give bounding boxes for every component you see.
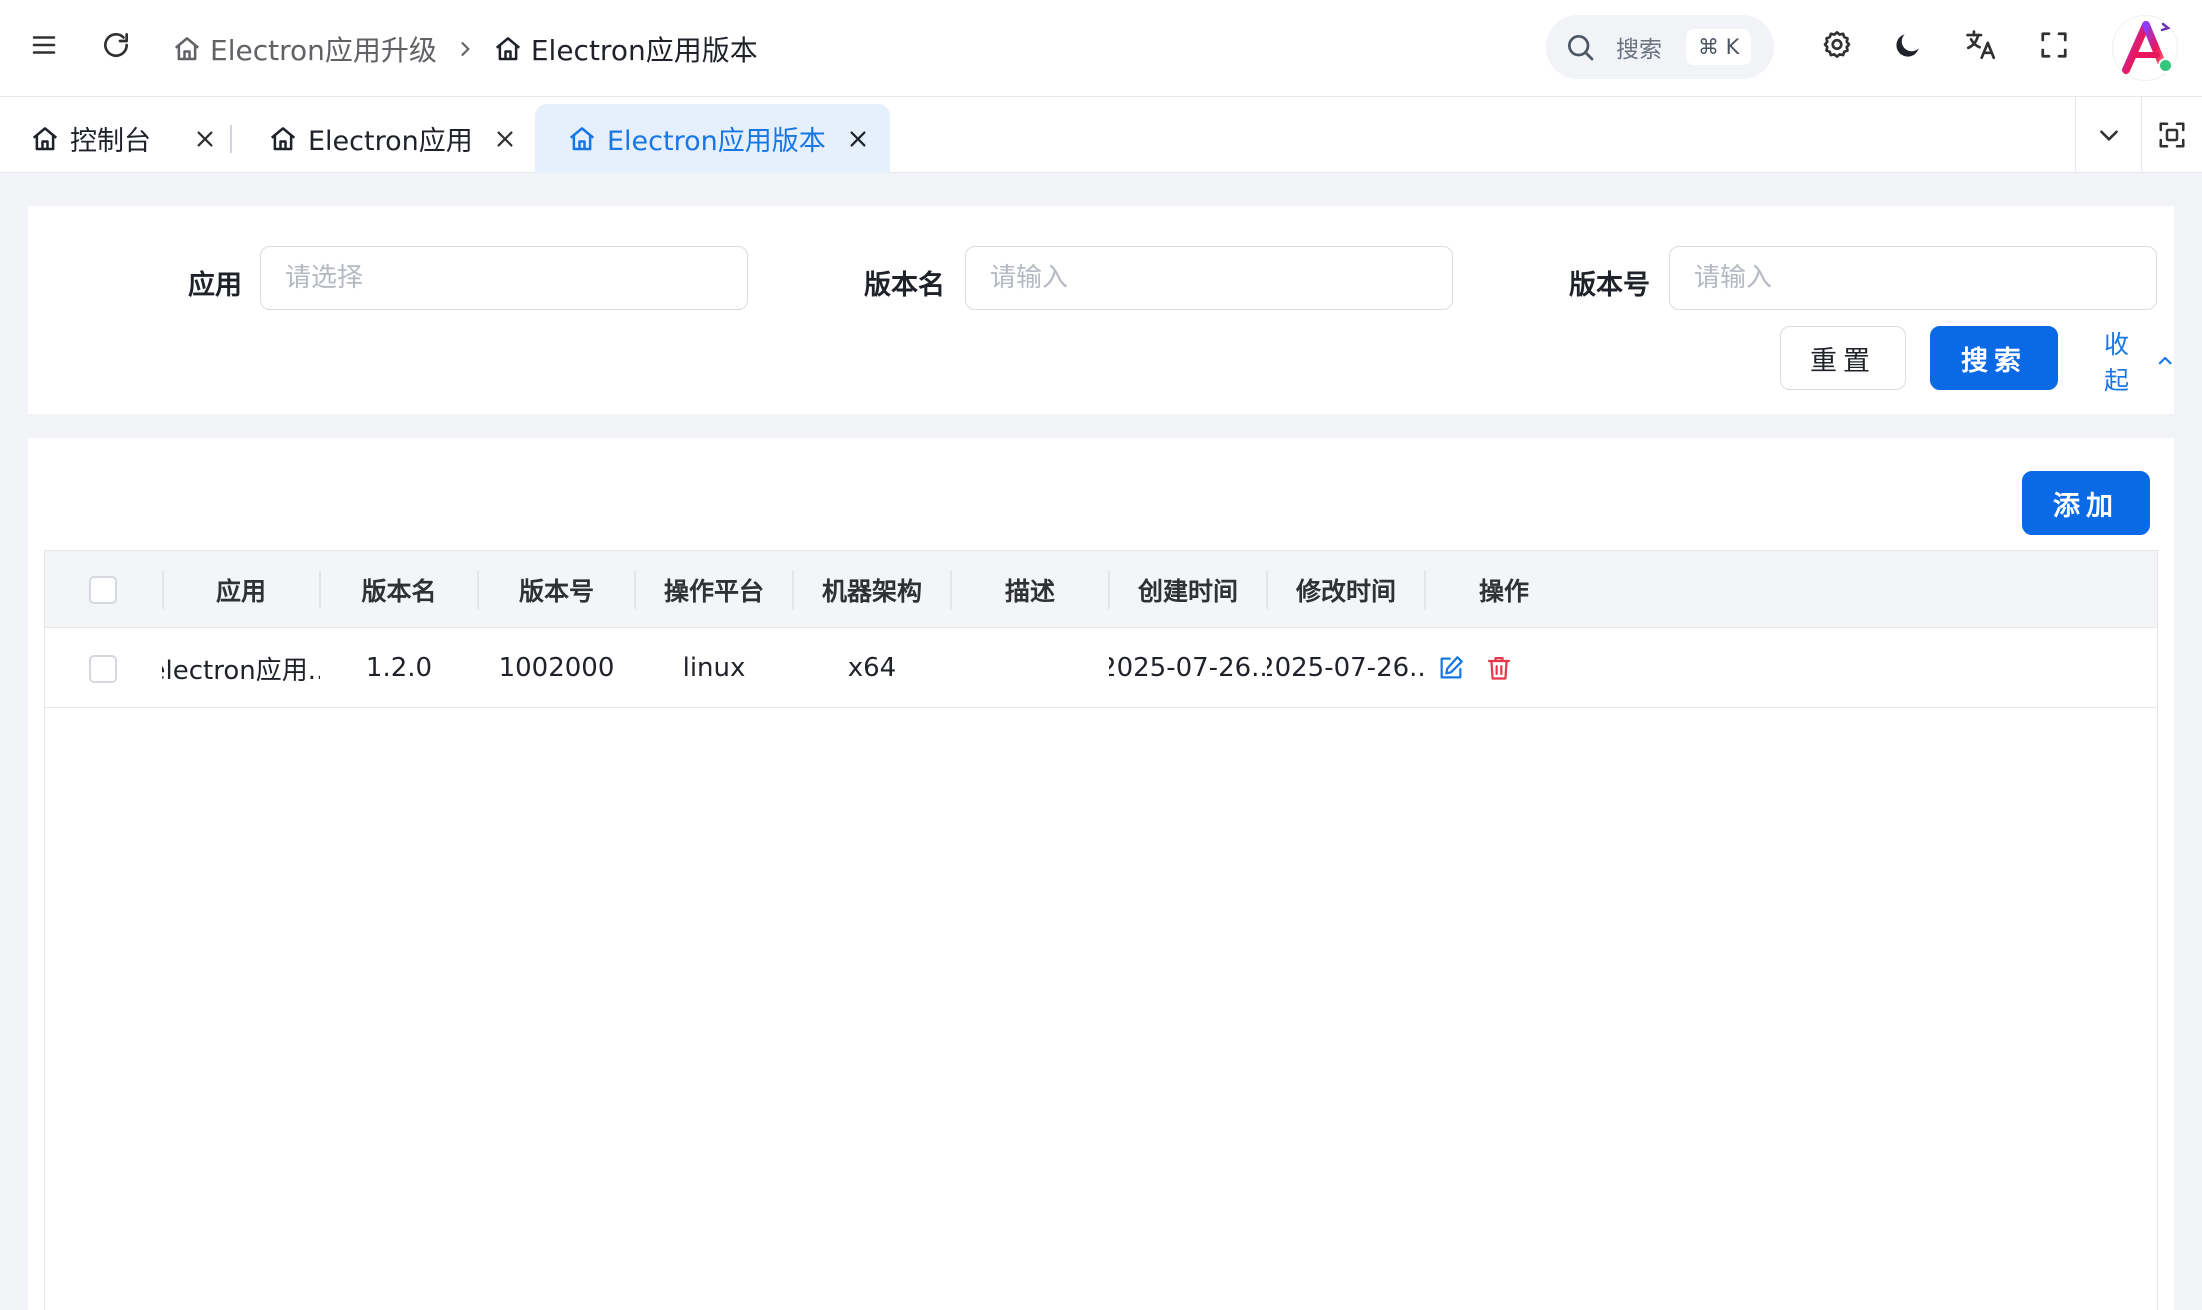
cell-version-code: 1002000 <box>498 653 615 683</box>
edit-icon[interactable] <box>1437 654 1465 682</box>
column-header-app[interactable]: 应用 <box>162 551 320 628</box>
gear-icon <box>1823 31 1851 58</box>
tab-divider <box>230 125 232 153</box>
tabs-maximize-button[interactable] <box>2141 97 2202 173</box>
app-label: 应用 <box>188 270 242 301</box>
cell-platform: linux <box>682 653 746 683</box>
home-icon <box>495 36 520 60</box>
close-icon[interactable] <box>494 128 516 150</box>
version-code-input[interactable] <box>1669 246 2157 310</box>
tab-label: 控制台 <box>70 126 151 157</box>
fullscreen-icon <box>2041 32 2067 58</box>
fullscreen-button[interactable] <box>2032 23 2076 67</box>
global-search-button[interactable]: 搜索 ⌘ K <box>1546 15 1774 79</box>
table-header: 应用 版本名 版本号 操作平台 机器架构 描述 创建时间 修改时间 操作 <box>45 551 2157 628</box>
column-header-arch[interactable]: 机器架构 <box>793 551 951 628</box>
chevron-up-icon <box>2158 356 2172 365</box>
home-icon <box>32 126 58 150</box>
top-header: Electron应用升级 Electron应用版本 搜索 ⌘ K <box>0 0 2202 97</box>
breadcrumb-item-upgrade[interactable]: Electron应用升级 <box>172 29 437 69</box>
version-name-label: 版本名 <box>864 270 945 301</box>
table-row: electron应用... 1.2.0 1002000 linux x64 20… <box>45 628 2157 708</box>
page-tabs: 控制台 Electron应用 Electron应用版本 <box>0 97 2202 173</box>
trash-icon[interactable] <box>1485 654 1513 682</box>
theme-toggle-button[interactable] <box>1886 23 1930 67</box>
search-button[interactable]: 搜索 <box>1930 326 2058 390</box>
scan-icon <box>2159 122 2185 148</box>
tab-label: Electron应用版本 <box>607 126 826 157</box>
chevron-down-icon <box>2099 130 2118 141</box>
select-all-checkbox[interactable] <box>89 576 117 604</box>
chevron-right-icon <box>455 39 475 59</box>
tabs-dropdown-button[interactable] <box>2075 97 2141 173</box>
online-status-dot <box>2158 58 2173 73</box>
refresh-button[interactable] <box>94 23 138 67</box>
data-table: 应用 版本名 版本号 操作平台 机器架构 描述 创建时间 修改时间 操作 ele… <box>44 550 2158 1310</box>
tab-electron-app[interactable]: Electron应用 <box>268 104 528 173</box>
search-shortcut-badge: ⌘ K <box>1686 29 1752 65</box>
breadcrumb: Electron应用升级 Electron应用版本 <box>172 0 758 97</box>
column-header-description[interactable]: 描述 <box>951 551 1109 628</box>
close-icon[interactable] <box>194 128 216 150</box>
breadcrumb-item-version: Electron应用版本 <box>493 29 758 69</box>
cell-created: 2025-07-26... <box>1109 653 1267 683</box>
version-name-input[interactable] <box>965 246 1453 310</box>
tab-label: Electron应用 <box>308 126 473 157</box>
add-button[interactable]: 添加 <box>2022 471 2150 535</box>
app-select[interactable] <box>260 246 748 310</box>
breadcrumb-label: Electron应用版本 <box>530 33 758 67</box>
home-icon <box>270 126 296 150</box>
moon-icon <box>1896 34 1919 57</box>
cell-description <box>951 628 1109 708</box>
column-header-modified[interactable]: 修改时间 <box>1267 551 1425 628</box>
reset-button[interactable]: 重置 <box>1780 326 1906 390</box>
home-icon <box>569 126 595 150</box>
row-checkbox[interactable] <box>89 655 117 683</box>
tab-electron-app-version[interactable]: Electron应用版本 <box>535 104 890 173</box>
breadcrumb-label: Electron应用升级 <box>210 33 437 67</box>
collapse-filter-link[interactable]: 收起 <box>2104 330 2174 395</box>
translate-icon <box>1966 30 1996 60</box>
cell-app: electron应用... <box>162 655 320 686</box>
avatar-logo <box>2122 21 2171 74</box>
close-icon[interactable] <box>847 128 869 150</box>
menu-toggle-button[interactable] <box>22 23 66 67</box>
table-card: 添加 应用 版本名 版本号 操作平台 机器架构 描述 创建时间 修改时间 操作 … <box>28 438 2174 1310</box>
column-header-version-code[interactable]: 版本号 <box>478 551 635 628</box>
column-header-created[interactable]: 创建时间 <box>1109 551 1267 628</box>
column-header-platform[interactable]: 操作平台 <box>635 551 793 628</box>
version-code-label: 版本号 <box>1569 270 1650 301</box>
cell-arch: x64 <box>847 653 897 683</box>
search-icon <box>1568 35 1594 61</box>
home-icon <box>174 36 200 60</box>
refresh-icon <box>104 33 128 57</box>
language-button[interactable] <box>1959 23 2003 67</box>
cell-version-name: 1.2.0 <box>365 653 433 683</box>
search-form: 应用 版本名 版本号 重置 搜索 收起 <box>28 206 2174 414</box>
cell-modified: 2025-07-26... <box>1267 653 1425 683</box>
tab-dashboard[interactable]: 控制台 <box>30 104 220 173</box>
column-header-actions: 操作 <box>1478 576 1529 606</box>
collapse-label: 收起 <box>2104 330 2130 395</box>
settings-button[interactable] <box>1815 23 1859 67</box>
search-label: 搜索 <box>1616 37 1662 63</box>
menu-icon <box>32 36 56 54</box>
column-header-version-name[interactable]: 版本名 <box>320 551 478 628</box>
